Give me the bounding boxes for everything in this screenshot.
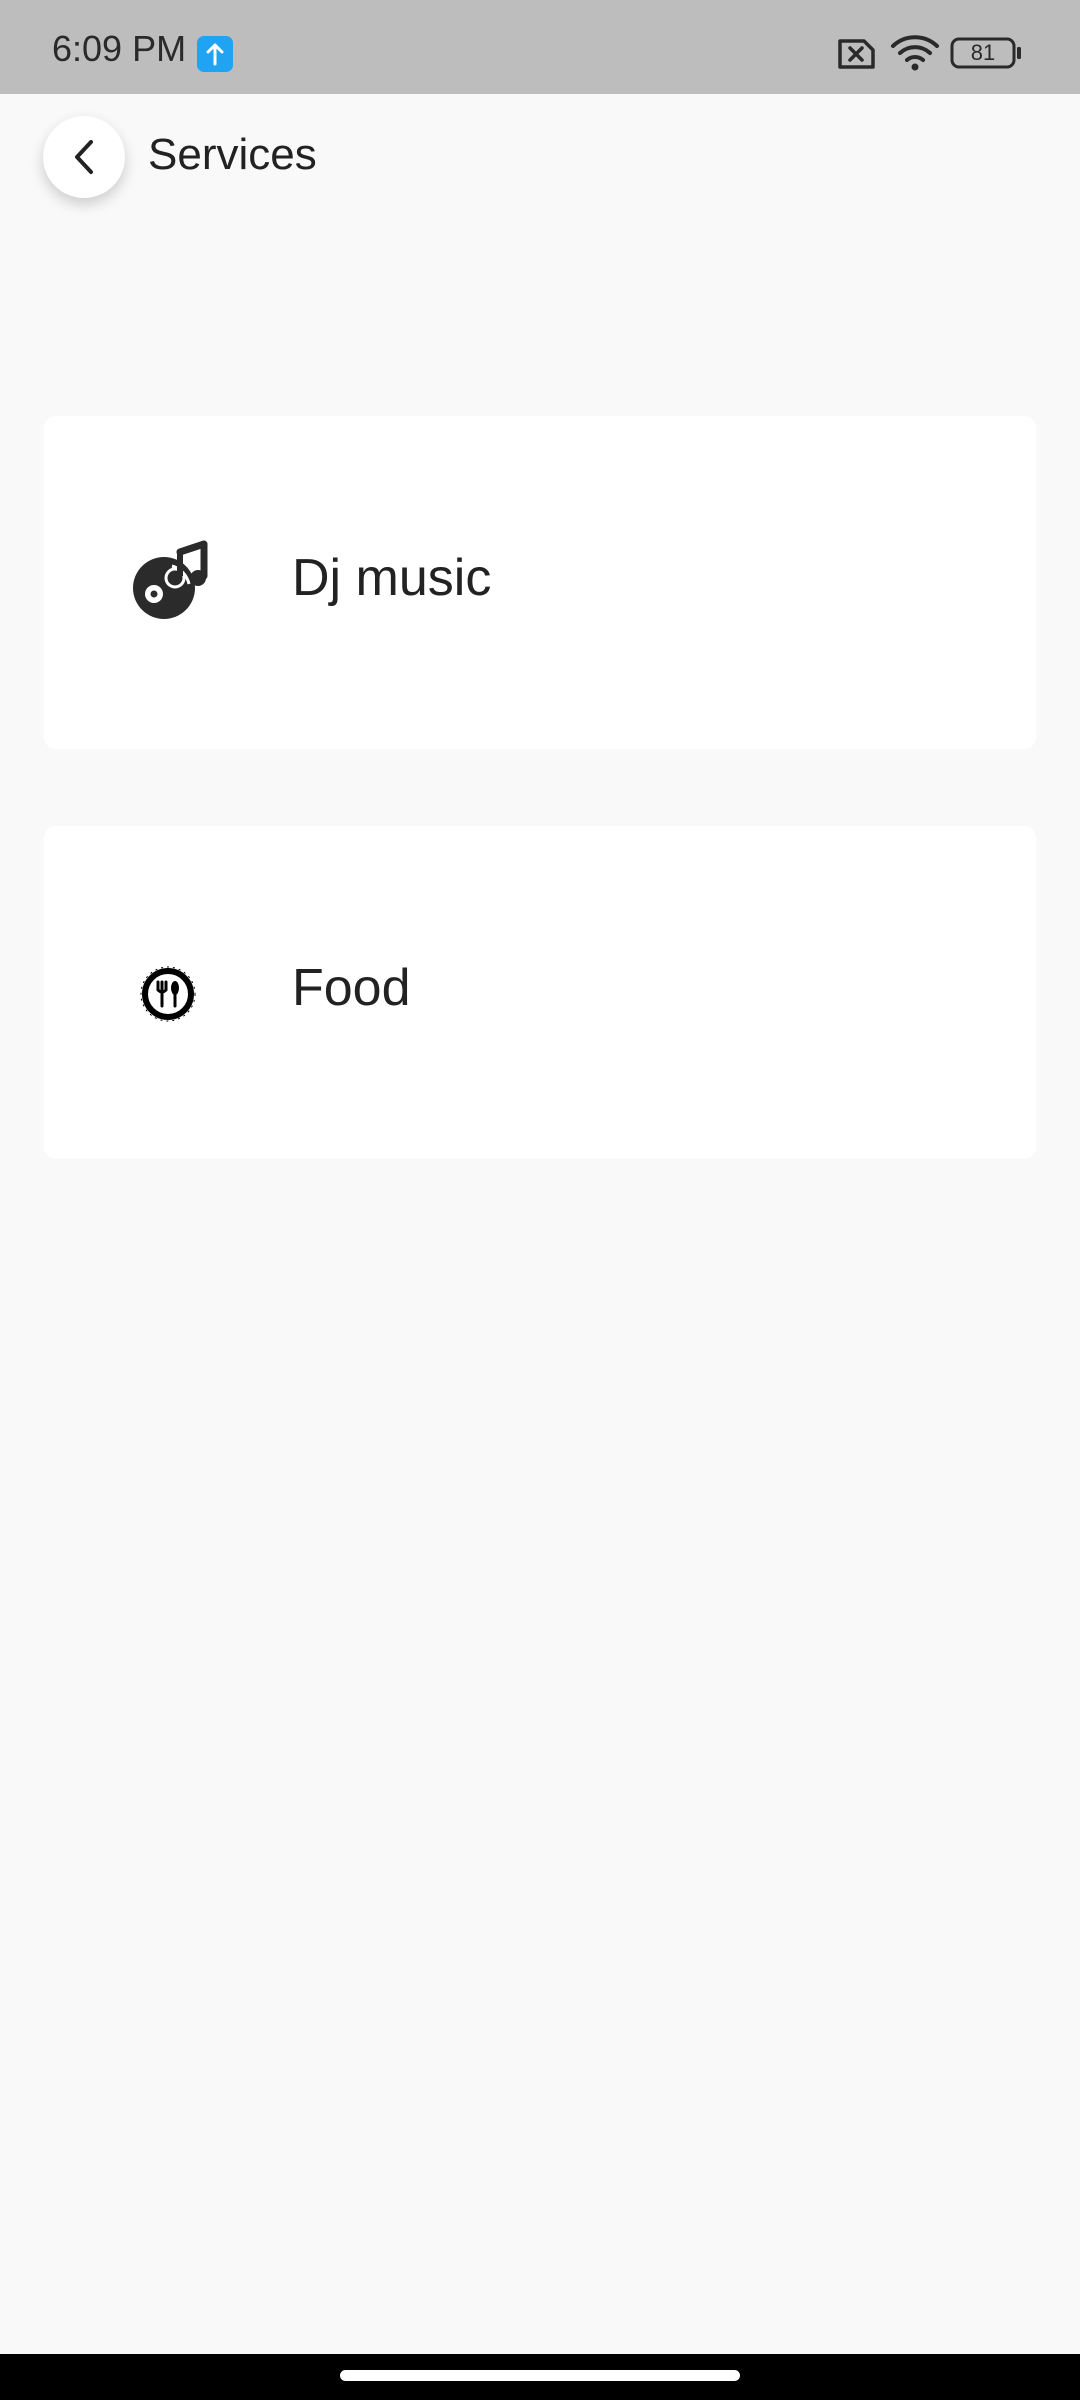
navigation-bar [0, 2354, 1080, 2400]
service-label: Dj music [292, 549, 492, 607]
service-card-food[interactable]: Food [44, 826, 1036, 1159]
home-indicator[interactable] [340, 2370, 740, 2381]
food-icon [140, 966, 196, 1022]
status-time: 6:09 PM [52, 28, 187, 69]
dj-music-icon [133, 540, 208, 619]
battery-level: 81 [970, 40, 996, 65]
service-card-dj-music[interactable]: Dj music [44, 416, 1036, 749]
service-label: Food [292, 959, 411, 1017]
page-title: Services [148, 130, 317, 179]
chevron-left-icon [75, 140, 93, 174]
no-sim-icon [838, 39, 875, 69]
wifi-icon [891, 35, 939, 71]
back-button[interactable] [43, 116, 125, 198]
upload-notification-icon [197, 36, 233, 72]
status-bar: 6:09 PM 81 [0, 0, 1080, 94]
